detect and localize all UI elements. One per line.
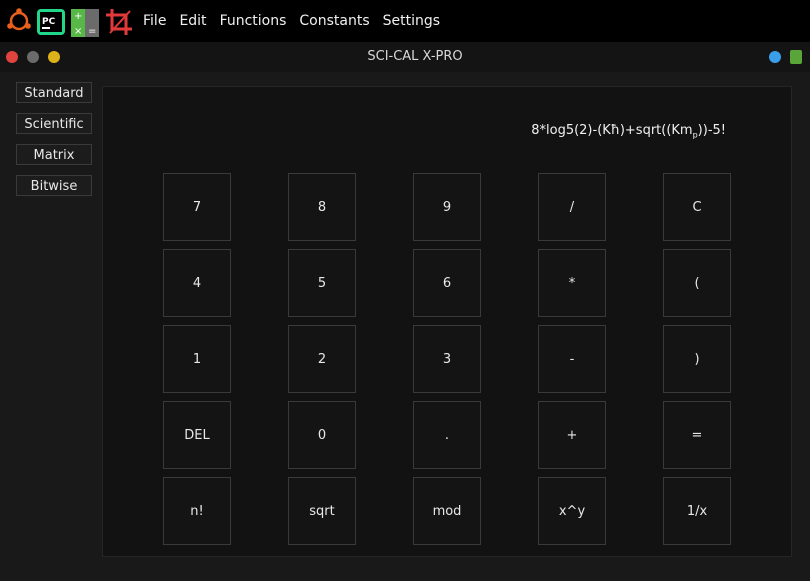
key-button[interactable]: 8	[288, 173, 356, 241]
key-button[interactable]: x^y	[538, 477, 606, 545]
key-button[interactable]: 0	[288, 401, 356, 469]
status-indicator-icon	[769, 51, 781, 63]
key-button[interactable]: .	[413, 401, 481, 469]
menu-settings[interactable]: Settings	[383, 13, 440, 29]
expression-tail: ))-5!	[697, 123, 726, 138]
menu-bar: File Edit Functions Constants Settings	[143, 13, 453, 29]
key-button[interactable]: *	[538, 249, 606, 317]
key-button[interactable]: 3	[413, 325, 481, 393]
key-button[interactable]: C	[663, 173, 731, 241]
key-button[interactable]: 1	[163, 325, 231, 393]
mode-bitwise-button[interactable]: Bitwise	[16, 175, 92, 196]
svg-text:=: =	[88, 26, 96, 37]
key-button[interactable]: (	[663, 249, 731, 317]
key-button[interactable]: +	[538, 401, 606, 469]
mode-matrix-button[interactable]: Matrix	[16, 144, 92, 165]
crop-tool-icon[interactable]	[104, 5, 134, 37]
key-button[interactable]: )	[663, 325, 731, 393]
pycharm-icon[interactable]: PC	[36, 5, 66, 37]
menu-edit[interactable]: Edit	[179, 13, 206, 29]
menu-file[interactable]: File	[143, 13, 166, 29]
window-title: SCI-CAL X-PRO	[367, 49, 463, 64]
key-button[interactable]: 9	[413, 173, 481, 241]
svg-text:×: ×	[74, 26, 82, 37]
key-button[interactable]: 6	[413, 249, 481, 317]
key-button[interactable]: =	[663, 401, 731, 469]
tray-app-icon	[790, 50, 802, 64]
top-bar: PC + × = File Edit Functions Constants S…	[0, 0, 810, 42]
expression-display: 8*log5(2)-(Kħ)+sqrt((Kmp))-5!	[531, 123, 726, 140]
key-button[interactable]: n!	[163, 477, 231, 545]
menu-functions[interactable]: Functions	[220, 13, 287, 29]
key-button[interactable]: /	[538, 173, 606, 241]
ubuntu-icon[interactable]	[4, 5, 34, 37]
key-button[interactable]: 5	[288, 249, 356, 317]
key-button[interactable]: sqrt	[288, 477, 356, 545]
svg-text:PC: PC	[42, 17, 56, 27]
key-button[interactable]: 4	[163, 249, 231, 317]
mode-standard-button[interactable]: Standard	[16, 82, 92, 103]
expression-main: 8*log5(2)-(Kħ)+sqrt((Km	[531, 123, 693, 138]
calculator-icon[interactable]: + × =	[70, 5, 100, 37]
key-button[interactable]: 2	[288, 325, 356, 393]
svg-text:+: +	[74, 11, 82, 22]
key-button[interactable]: mod	[413, 477, 481, 545]
menu-constants[interactable]: Constants	[299, 13, 369, 29]
title-bar: SCI-CAL X-PRO	[0, 42, 810, 72]
key-button[interactable]: 7	[163, 173, 231, 241]
key-button[interactable]: DEL	[163, 401, 231, 469]
mode-scientific-button[interactable]: Scientific	[16, 113, 92, 134]
key-button[interactable]: -	[538, 325, 606, 393]
key-button[interactable]: 1/x	[663, 477, 731, 545]
